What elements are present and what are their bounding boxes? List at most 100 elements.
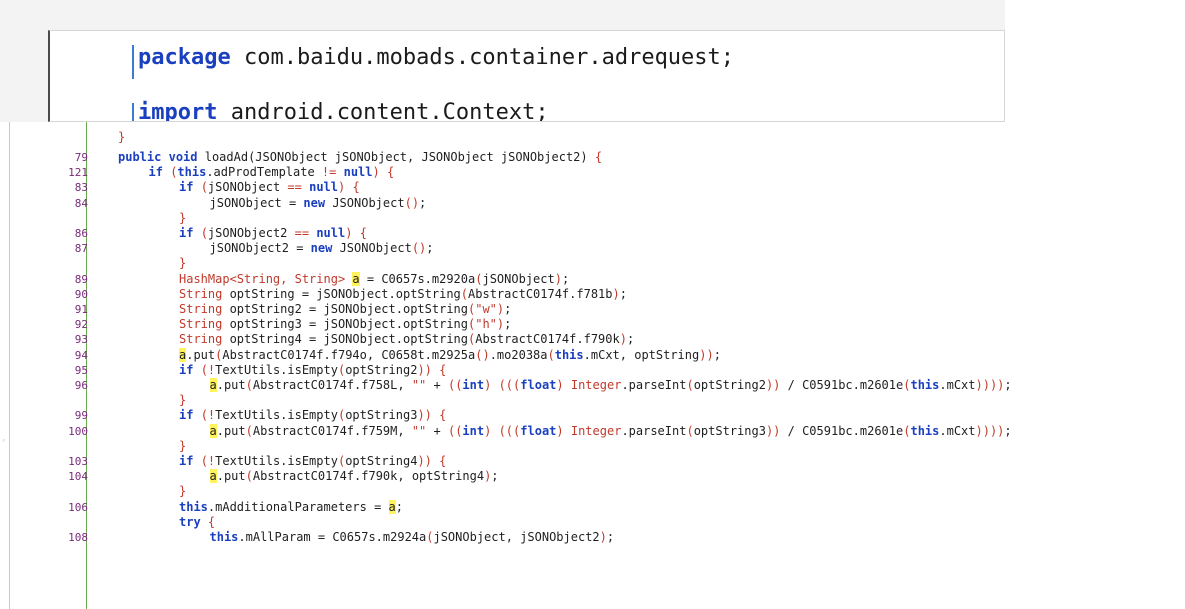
code-line[interactable]: 106 this.mAdditionalParameters = a; bbox=[0, 499, 1185, 515]
code-token: ( bbox=[245, 423, 253, 438]
code-line[interactable]: 103 if (!TextUtils.isEmpty(optString4)) { bbox=[0, 454, 1185, 469]
code-token: } bbox=[179, 393, 187, 408]
code-line[interactable]: 99 if (!TextUtils.isEmpty(optString3)) { bbox=[0, 408, 1185, 423]
code-token: .mo2038a bbox=[489, 347, 548, 362]
code-token: null bbox=[316, 226, 346, 240]
code-token: if bbox=[179, 408, 194, 423]
code-text: a.put(AbstractC0174f.f758L, "" + ((int) … bbox=[209, 378, 1012, 393]
code-token: () bbox=[404, 195, 420, 210]
code-token: jSONObject = bbox=[209, 195, 304, 210]
code-token: if bbox=[148, 165, 163, 180]
code-editor-panel[interactable]: ◦ } 79 public void loadAd(JSONObject jSON… bbox=[0, 122, 1185, 609]
code-line[interactable]: 89 HashMap<String, String> a = C0657s.m29… bbox=[0, 271, 1185, 287]
code-token: ( bbox=[245, 378, 253, 392]
top-code-editor[interactable]: package com.baidu.mobads.container.adreq… bbox=[48, 30, 1005, 122]
code-token: { bbox=[594, 150, 603, 164]
code-text: } bbox=[179, 393, 186, 408]
code-token: == bbox=[287, 180, 302, 195]
code-token: jSONObject bbox=[482, 271, 555, 286]
code-token: optString4 bbox=[345, 454, 418, 468]
code-token: "h" bbox=[475, 317, 497, 332]
line-number: 95 bbox=[74, 363, 88, 377]
code-line[interactable]: 83 if (jSONObject == null) { bbox=[0, 180, 1185, 195]
code-token: this bbox=[910, 378, 940, 392]
code-token: .put bbox=[216, 378, 246, 392]
code-line[interactable]: } bbox=[0, 439, 1185, 454]
code-line[interactable]: 95 if (!TextUtils.isEmpty(optString2)) { bbox=[0, 363, 1185, 378]
code-token: .mCxt bbox=[939, 423, 976, 438]
code-token: JSONObject bbox=[325, 195, 405, 210]
code-token: "" bbox=[411, 423, 427, 438]
code-token: optString3 bbox=[345, 408, 418, 423]
code-token: this bbox=[177, 165, 207, 180]
code-token: } bbox=[179, 438, 187, 453]
code-token: ; bbox=[419, 195, 427, 210]
code-line[interactable]: 86 if (jSONObject2 == null) { bbox=[0, 226, 1185, 241]
code-token: this bbox=[554, 347, 584, 362]
line-number: 79 bbox=[74, 151, 88, 164]
code-text: } bbox=[179, 256, 186, 271]
code-text: a.put(AbstractC0174f.f790k, optString4); bbox=[209, 469, 499, 484]
code-line[interactable]: 93 String optString4 = jSONObject.optStri… bbox=[0, 332, 1185, 347]
code-line[interactable]: try { bbox=[0, 515, 1185, 530]
code-token: } bbox=[179, 256, 187, 271]
code-token: )) bbox=[417, 454, 432, 468]
code-token: ( bbox=[245, 469, 253, 484]
code-token: float bbox=[520, 423, 557, 438]
code-token: ( bbox=[686, 378, 694, 392]
code-token: JSONObject bbox=[332, 241, 412, 256]
code-line[interactable]: } bbox=[0, 211, 1185, 226]
code-token: new bbox=[310, 241, 333, 256]
code-line[interactable]: 96 a.put(AbstractC0174f.f758L, "" + ((int… bbox=[0, 378, 1185, 393]
line-number: 96 bbox=[74, 379, 88, 392]
code-token: HashMap<String, String> bbox=[179, 271, 346, 286]
top-editor-region: package com.baidu.mobads.container.adreq… bbox=[0, 0, 1005, 122]
code-line[interactable]: 104 a.put(AbstractC0174f.f790k, optString… bbox=[0, 469, 1185, 484]
highlighted-variable: a bbox=[388, 499, 396, 514]
code-token: optString2 = jSONObject.optString bbox=[222, 302, 468, 316]
line-number: 93 bbox=[74, 333, 88, 347]
code-text: this.mAdditionalParameters = a; bbox=[179, 499, 403, 515]
code-token: { bbox=[207, 514, 216, 529]
code-line[interactable]: } bbox=[0, 256, 1185, 271]
code-line[interactable]: } bbox=[0, 484, 1185, 499]
line-number: 87 bbox=[74, 242, 88, 256]
code-token: + bbox=[426, 423, 448, 438]
code-text: if (jSONObject2 == null) { bbox=[179, 226, 367, 241]
code-token: .mAllParam = C0657s.m2924a bbox=[238, 530, 427, 544]
code-token: ; bbox=[626, 332, 635, 347]
code-line[interactable]: 108 this.mAllParam = C0657s.m2924a(jSONOb… bbox=[0, 530, 1185, 545]
code-token: ) bbox=[372, 165, 380, 180]
code-line[interactable]: } bbox=[0, 393, 1185, 408]
code-token: void bbox=[168, 150, 198, 164]
code-token: )) bbox=[765, 378, 781, 392]
code-text: if (!TextUtils.isEmpty(optString2)) { bbox=[179, 363, 446, 378]
code-line[interactable]: 91 String optString2 = jSONObject.optStri… bbox=[0, 302, 1185, 317]
code-line[interactable]: 90 String optString = jSONObject.optStrin… bbox=[0, 287, 1185, 302]
partial-brace: } bbox=[118, 130, 126, 144]
code-token: AbstractC0174f.f790k, optString4 bbox=[252, 469, 485, 484]
code-token: int bbox=[462, 423, 485, 438]
code-line[interactable]: 100 a.put(AbstractC0174f.f759M, "" + ((in… bbox=[0, 423, 1185, 439]
code-token: try bbox=[179, 514, 201, 529]
code-token: ; bbox=[504, 317, 512, 332]
code-token: ; bbox=[491, 469, 499, 484]
code-token: .parseInt bbox=[621, 378, 687, 392]
code-line[interactable]: 87 jSONObject2 = new JSONObject(); bbox=[0, 241, 1185, 256]
code-text: this.mAllParam = C0657s.m2924a(jSONObjec… bbox=[210, 530, 615, 545]
code-token: new bbox=[303, 195, 326, 210]
code-line[interactable]: 92 String optString3 = jSONObject.optStri… bbox=[0, 317, 1185, 332]
highlighted-variable: a bbox=[209, 378, 217, 392]
code-token: ; bbox=[619, 286, 627, 301]
code-line[interactable]: 94 a.put(AbstractC0174f.f794o, C0658t.m29… bbox=[0, 347, 1185, 363]
line-number: 84 bbox=[74, 196, 88, 210]
code-token: if bbox=[179, 362, 194, 377]
code-line[interactable]: 84 jSONObject = new JSONObject(); bbox=[0, 196, 1185, 211]
code-text: a.put(AbstractC0174f.f794o, C0658t.m2925… bbox=[179, 347, 721, 363]
code-text: } bbox=[179, 484, 186, 499]
code-text: if (this.adProdTemplate != null) { bbox=[149, 165, 395, 180]
code-line[interactable]: 121 if (this.adProdTemplate != null) { bbox=[0, 165, 1185, 180]
code-token: ; bbox=[1004, 378, 1012, 392]
code-line[interactable]: 79 public void loadAd(JSONObject jSONObje… bbox=[0, 150, 1185, 165]
